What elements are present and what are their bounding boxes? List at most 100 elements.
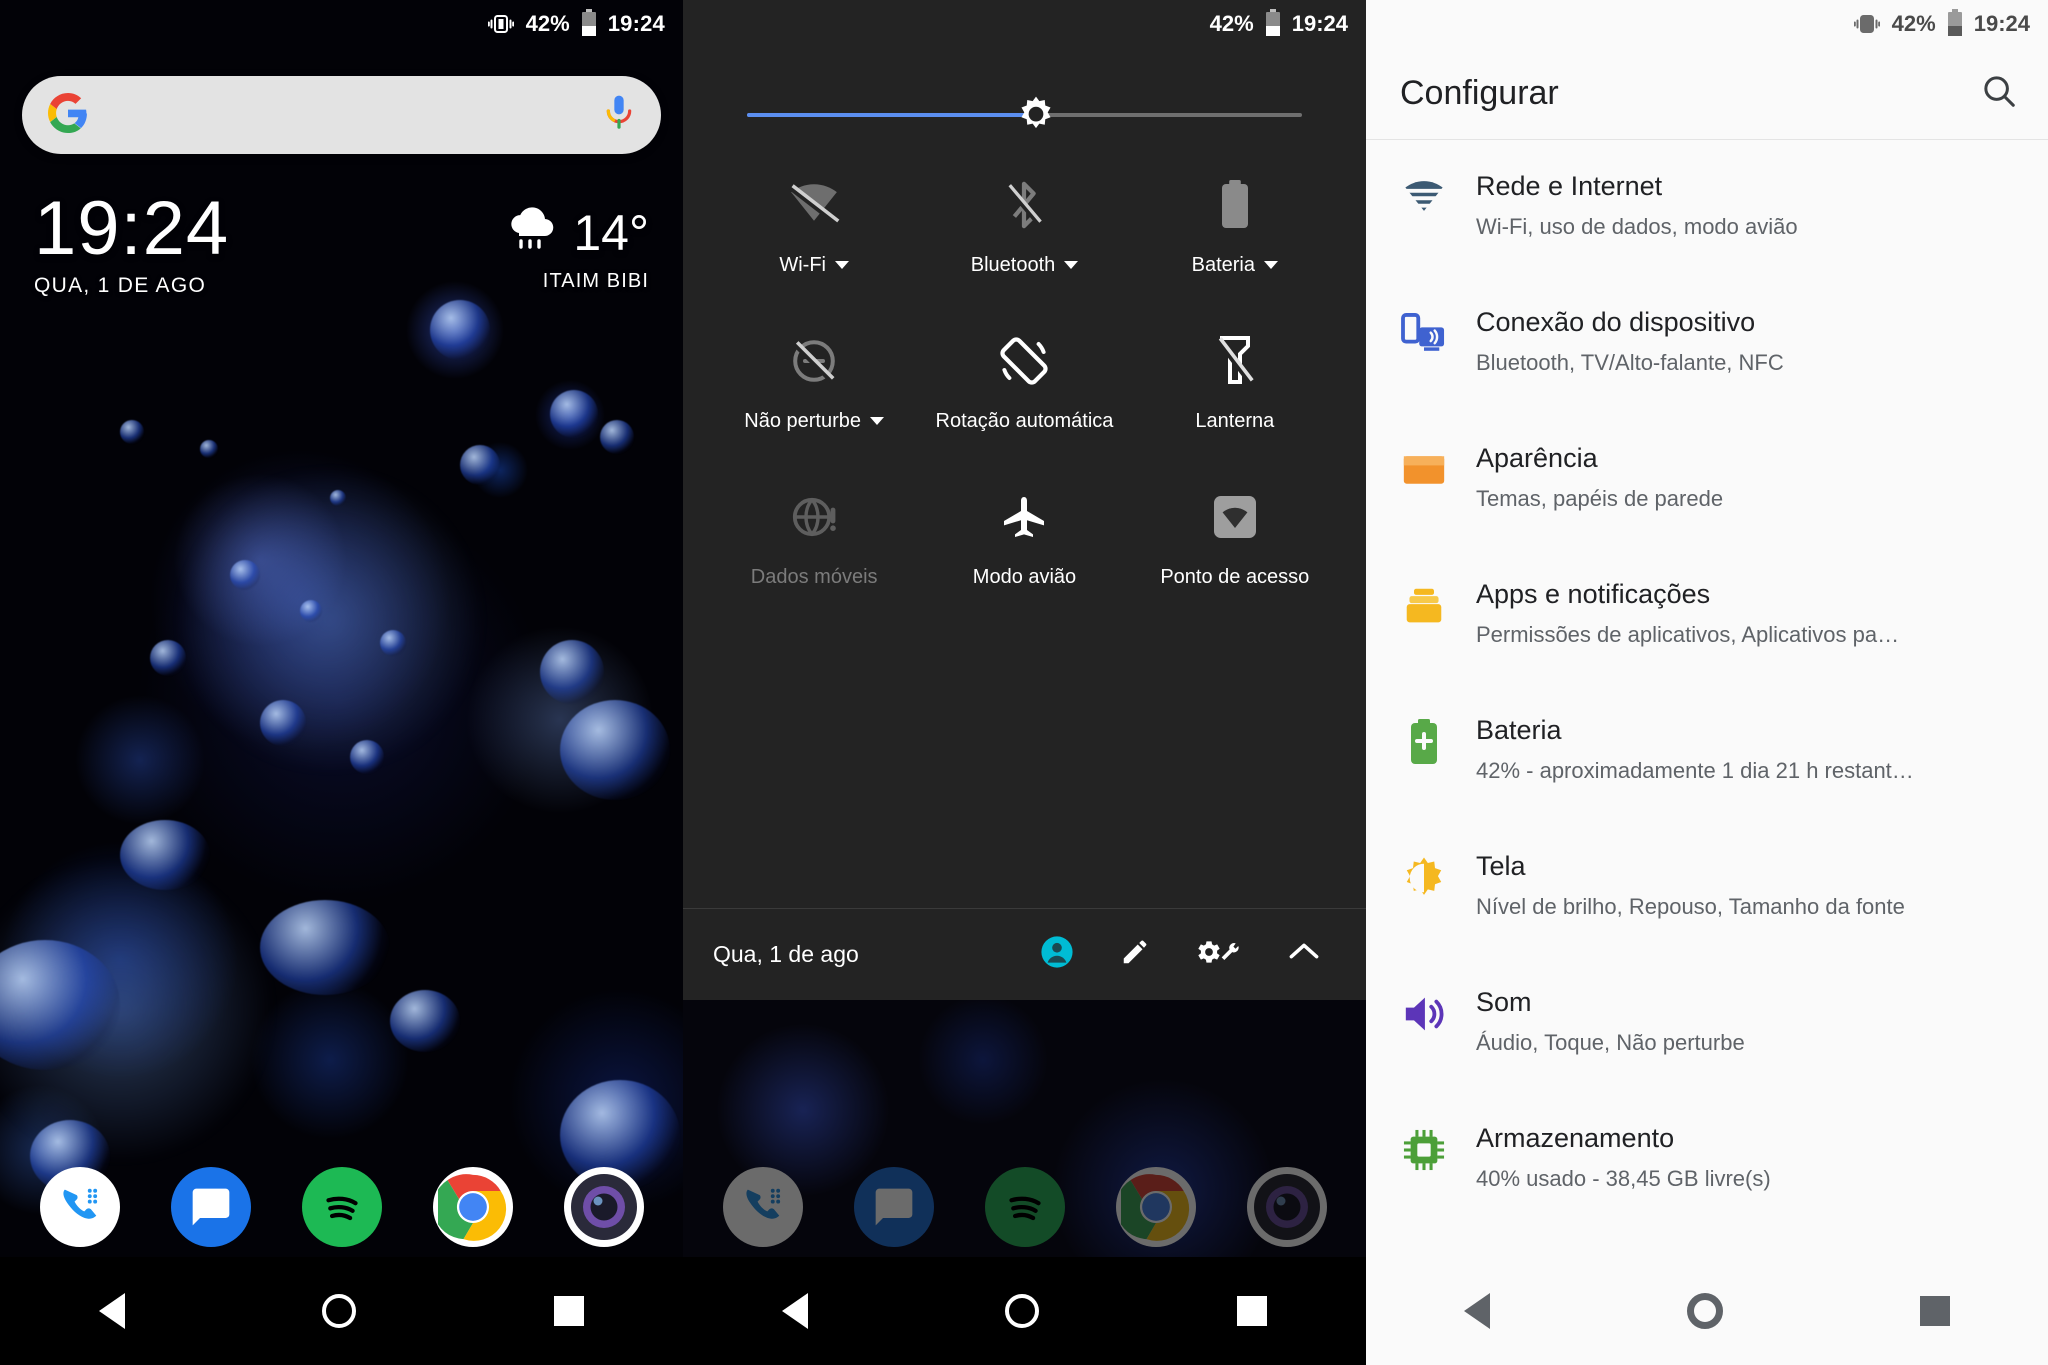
wallpaper-bubble — [560, 700, 670, 800]
wallpaper-bubble — [260, 900, 390, 995]
battery-icon — [1947, 9, 1962, 36]
wallpaper-bubble — [300, 600, 322, 622]
flashlight-off-icon — [1215, 330, 1254, 392]
bluetooth-off-icon — [1002, 174, 1046, 236]
edit-pencil-icon[interactable] — [1120, 937, 1150, 972]
settings-row-battery[interactable]: Bateria 42% - aproximadamente 1 dia 21 h… — [1366, 684, 2048, 820]
qs-tile-hotspot[interactable]: Ponto de acesso — [1130, 486, 1340, 590]
wallpaper-bubble — [260, 700, 306, 746]
quick-settings-tiles: Wi-Fi Bluetooth Bateria Não perturbe Rot… — [683, 130, 1366, 590]
settings-row-title: Conexão do dispositivo — [1476, 307, 1756, 337]
wifi-off-icon — [787, 174, 841, 236]
nav-recents-button[interactable] — [1919, 1296, 1950, 1326]
collapse-chevron-up-icon[interactable] — [1288, 940, 1320, 969]
settings-row-title: Apps e notificações — [1476, 579, 1711, 609]
qs-tile-label: Não perturbe — [744, 410, 862, 432]
user-account-icon[interactable] — [1040, 935, 1074, 974]
settings-row-title: Tela — [1476, 851, 1526, 881]
qs-tile-airplane-mode[interactable]: Modo avião — [919, 486, 1129, 590]
clock-weather-widget[interactable]: 19:24 QUA, 1 DE AGO 14° ITAIM BIBI — [0, 186, 683, 298]
dock-app-phone[interactable] — [722, 1167, 803, 1247]
dock-app-messages[interactable] — [170, 1167, 251, 1247]
nav-recents-button[interactable] — [554, 1296, 585, 1326]
dock-app-phone[interactable] — [39, 1167, 120, 1247]
chevron-down-icon[interactable] — [1264, 261, 1278, 269]
qs-tile-auto-rotate[interactable]: Rotação automática — [919, 330, 1129, 434]
quick-settings-footer: Qua, 1 de ago — [683, 908, 1366, 1000]
settings-row-display[interactable]: Tela Nível de brilho, Repouso, Tamanho d… — [1366, 820, 2048, 956]
nav-home-button[interactable] — [322, 1294, 357, 1328]
settings-row-title: Armazenamento — [1476, 1123, 1675, 1153]
dock-app-spotify[interactable] — [301, 1167, 382, 1247]
qs-tile-bluetooth[interactable]: Bluetooth — [919, 174, 1129, 278]
settings-row-title: Bateria — [1476, 715, 1562, 745]
settings-row-subtitle: Temas, papéis de parede — [1476, 486, 1724, 511]
nav-back-button[interactable] — [1464, 1293, 1491, 1329]
google-mic-icon[interactable] — [603, 93, 635, 138]
weather-widget[interactable]: 14° ITAIM BIBI — [505, 192, 649, 293]
qs-tile-label: Bateria — [1191, 254, 1255, 276]
battery-icon — [1218, 174, 1252, 236]
settings-row-device-connection[interactable]: Conexão do dispositivo Bluetooth, TV/Alt… — [1366, 276, 2048, 412]
qs-tile-battery[interactable]: Bateria — [1130, 174, 1340, 278]
clock-time: 19:24 — [34, 186, 230, 271]
settings-row-storage[interactable]: Armazenamento 40% usado - 38,45 GB livre… — [1366, 1092, 2048, 1228]
qs-tile-label: Lanterna — [1195, 410, 1275, 432]
search-icon[interactable] — [1980, 72, 2018, 115]
settings-row-sound[interactable]: Som Áudio, Toque, Não perturbe — [1366, 956, 2048, 1092]
vibrate-icon — [1853, 12, 1880, 36]
wallpaper-bubble — [550, 390, 598, 438]
nav-home-button[interactable] — [1005, 1294, 1040, 1328]
chevron-down-icon[interactable] — [870, 417, 885, 425]
weather-location: ITAIM BIBI — [542, 270, 649, 292]
chevron-down-icon[interactable] — [834, 261, 849, 269]
nav-recents-button[interactable] — [1237, 1296, 1268, 1326]
brightness-slider[interactable] — [747, 96, 1302, 130]
battery-percent-label: 42% — [525, 11, 570, 36]
google-search-bar[interactable] — [22, 76, 661, 154]
status-bar: 42% 19:24 — [683, 0, 1366, 48]
airplane-mode-icon — [999, 486, 1049, 548]
home-screen-panel: 42% 19:24 19:24 QUA, 1 DE AGO 14° ITAIM … — [0, 0, 683, 1365]
navigation-bar — [1366, 1257, 2048, 1365]
battery-plus-icon — [1400, 718, 1448, 766]
dock-app-chrome[interactable] — [1115, 1167, 1196, 1247]
wallpaper-bubble — [430, 300, 490, 360]
nav-back-button[interactable] — [98, 1293, 125, 1329]
settings-gear-wrench-icon[interactable] — [1196, 936, 1242, 973]
sound-icon — [1400, 990, 1448, 1038]
qs-tile-do-not-disturb[interactable]: Não perturbe — [709, 330, 919, 434]
qs-tile-flashlight[interactable]: Lanterna — [1130, 330, 1340, 434]
qs-tile-wifi[interactable]: Wi-Fi — [709, 174, 919, 278]
dock-app-messages[interactable] — [853, 1167, 934, 1247]
qs-tile-label: Dados móveis — [750, 566, 878, 588]
wallpaper-bubble — [380, 630, 406, 656]
settings-row-apps[interactable]: Apps e notificações Permissões de aplica… — [1366, 548, 2048, 684]
nav-back-button[interactable] — [781, 1293, 808, 1329]
storage-chip-icon — [1400, 1126, 1448, 1174]
chevron-down-icon[interactable] — [1064, 261, 1079, 269]
wallpaper-bubble — [460, 445, 500, 485]
display-brightness-icon — [1400, 854, 1448, 902]
dock-app-chrome[interactable] — [432, 1167, 513, 1247]
settings-row-appearance[interactable]: Aparência Temas, papéis de parede — [1366, 412, 2048, 548]
wallpaper-bubble — [150, 640, 186, 676]
dock-app-spotify[interactable] — [984, 1167, 1065, 1247]
dock-app-camera[interactable] — [563, 1167, 644, 1247]
navigation-bar — [683, 1257, 1366, 1365]
status-time: 19:24 — [1291, 11, 1348, 36]
weather-temperature: 14° — [573, 205, 649, 261]
status-time: 19:24 — [607, 11, 665, 36]
settings-row-network[interactable]: Rede e Internet Wi-Fi, uso de dados, mod… — [1366, 140, 2048, 276]
settings-list: Rede e Internet Wi-Fi, uso de dados, mod… — [1366, 140, 2048, 1228]
qs-tile-mobile-data[interactable]: Dados móveis — [709, 486, 919, 590]
brightness-fill — [747, 113, 1036, 117]
clock-widget[interactable]: 19:24 QUA, 1 DE AGO — [34, 186, 230, 298]
wallpaper-bubble — [330, 490, 346, 506]
wallpaper-glow — [170, 470, 490, 770]
wallpaper-bubble — [230, 560, 260, 590]
dock-app-camera[interactable] — [1246, 1167, 1327, 1247]
settings-app-bar: Configurar — [1366, 48, 2048, 140]
do-not-disturb-off-icon — [790, 330, 838, 392]
nav-home-button[interactable] — [1686, 1293, 1723, 1329]
